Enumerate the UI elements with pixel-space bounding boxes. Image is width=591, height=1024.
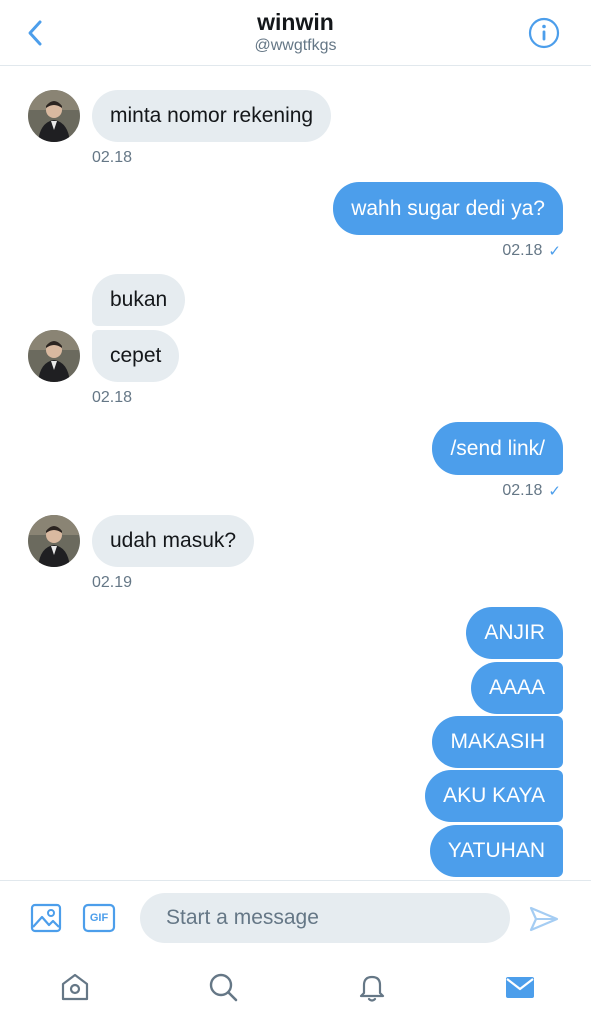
tab-messages[interactable]: [500, 967, 540, 1007]
read-check-icon: ✓: [548, 243, 561, 260]
sent-message-bubble[interactable]: MAKASIH: [432, 716, 563, 768]
message-text: YATUHAN: [447, 839, 545, 862]
message-text: bukan: [110, 288, 168, 311]
message-text: udah masuk?: [110, 529, 237, 552]
message-timestamp: 02.18: [502, 482, 543, 499]
sent-message-bubble[interactable]: ANJIR: [466, 607, 563, 659]
message-text: minta nomor rekening: [110, 104, 314, 127]
home-icon: [61, 973, 89, 1001]
message-timestamp: 02.19: [92, 574, 133, 591]
bottom-tab-bar: [0, 955, 591, 1024]
send-icon: [529, 906, 559, 932]
message-timestamp-row: 02.18 ✓: [502, 482, 561, 500]
received-message-bubble[interactable]: cepet: [92, 330, 180, 382]
message-text: cepet: [110, 344, 162, 367]
gif-label: GIF: [89, 912, 109, 924]
message-text: ANJIR: [484, 621, 545, 644]
received-message-bubble[interactable]: bukan: [92, 274, 186, 326]
avatar[interactable]: [28, 515, 80, 567]
avatar[interactable]: [28, 90, 80, 142]
info-icon: [528, 17, 560, 49]
profile-photo-icon: [28, 90, 80, 142]
read-check-icon: ✓: [548, 483, 561, 500]
profile-photo-icon: [28, 515, 80, 567]
info-button[interactable]: [527, 16, 561, 50]
sent-message-bubble[interactable]: /send link/: [432, 422, 563, 475]
tab-search[interactable]: [203, 967, 243, 1007]
message-text: /send link/: [450, 436, 545, 460]
profile-photo-icon: [28, 330, 80, 382]
conversation-header: winwin @wwgtfkgs: [0, 0, 591, 66]
received-message-bubble[interactable]: udah masuk?: [92, 515, 255, 567]
tab-home[interactable]: [55, 967, 95, 1007]
mail-icon: [506, 977, 534, 998]
sent-message-bubble[interactable]: AAAA: [470, 662, 563, 714]
send-button[interactable]: [526, 901, 562, 937]
conversation-title: winwin: [257, 9, 334, 35]
received-message-bubble[interactable]: minta nomor rekening: [92, 90, 332, 142]
message-text: MAKASIH: [450, 730, 545, 753]
add-gif-button[interactable]: GIF: [82, 901, 116, 935]
message-timestamp: 02.18: [92, 389, 133, 406]
message-text: AAAA: [488, 676, 545, 699]
sent-message-bubble[interactable]: YATUHAN: [429, 825, 563, 877]
conversation-title-block[interactable]: winwin @wwgtfkgs: [0, 8, 591, 56]
message-text: wahh sugar dedi ya?: [351, 196, 545, 220]
avatar[interactable]: [28, 330, 80, 382]
conversation-handle: @wwgtfkgs: [254, 37, 337, 54]
bell-icon: [359, 975, 385, 1002]
search-icon: [209, 973, 238, 1002]
tab-notifications[interactable]: [352, 967, 392, 1007]
message-text: AKU KAYA: [443, 784, 545, 807]
sent-message-bubble[interactable]: AKU KAYA: [425, 770, 563, 822]
message-thread[interactable]: minta nomor rekening 02.18 wahh sugar de…: [0, 66, 591, 880]
image-icon: [30, 903, 62, 933]
message-input[interactable]: [140, 893, 510, 943]
sent-message-bubble[interactable]: wahh sugar dedi ya?: [333, 182, 563, 235]
message-timestamp: 02.18: [502, 242, 543, 259]
message-timestamp: 02.18: [92, 149, 133, 166]
message-composer: GIF: [0, 880, 591, 955]
add-image-button[interactable]: [29, 901, 63, 935]
message-timestamp-row: 02.18 ✓: [502, 242, 561, 260]
